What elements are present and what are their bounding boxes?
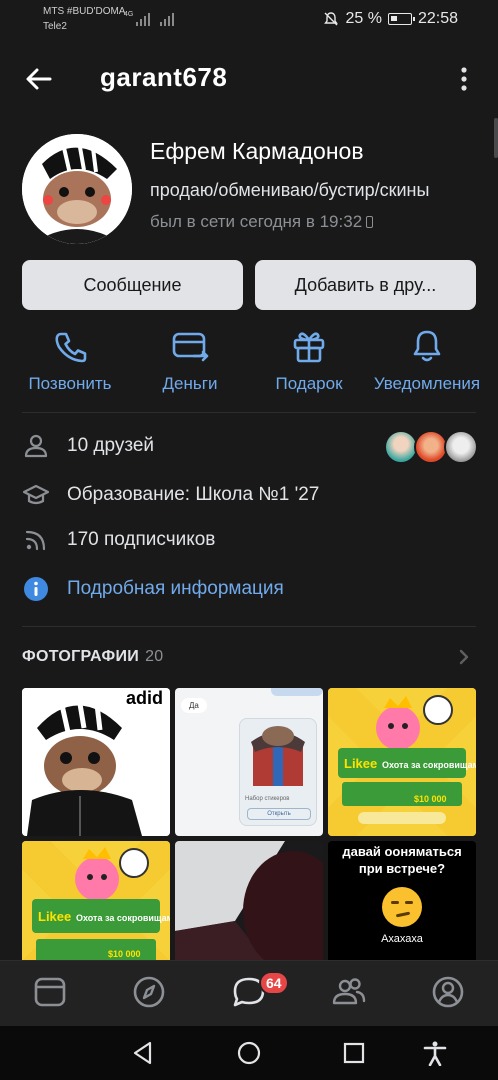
photos-title: ФОТОГРАФИИ	[22, 648, 140, 665]
profile-icon[interactable]	[430, 974, 466, 1010]
details-row[interactable]: Подробная информация	[22, 575, 284, 603]
action-call-label: Позвонить	[28, 374, 112, 393]
gift-icon	[293, 332, 325, 363]
chevron-right-icon[interactable]	[456, 648, 472, 666]
followers-count: 170 подписчиков	[67, 529, 216, 550]
education-row: Образование: Школа №1 '27	[22, 481, 319, 509]
photo-3-prize: $10 000	[414, 794, 447, 804]
nav-back-icon[interactable]	[130, 1040, 156, 1066]
nav-home-icon[interactable]	[236, 1040, 262, 1066]
photo-2-text: Да	[181, 698, 207, 713]
top-bar: garant678	[0, 54, 498, 104]
details-link[interactable]: Подробная информация	[67, 578, 284, 600]
money-icon	[172, 332, 209, 362]
photo-6-text-2: при встрече?	[358, 861, 446, 876]
person-icon	[24, 434, 48, 458]
friend-avatar	[414, 430, 448, 464]
photo-thumbnail[interactable]: adid	[22, 688, 170, 836]
photos-count: 20	[145, 648, 164, 665]
add-friend-button[interactable]: Добавить в дру...	[255, 260, 476, 310]
action-notifications[interactable]: Уведомления	[367, 328, 487, 394]
photo-2-caption: Набор стикеров	[245, 796, 290, 802]
page-title: garant678	[100, 62, 228, 92]
messages-badge: 64	[259, 971, 289, 995]
mute-icon	[324, 12, 339, 26]
action-money[interactable]: Деньги	[130, 328, 250, 394]
last-seen: был в сети сегодня в 19:32	[150, 212, 374, 232]
nav-recents-icon[interactable]	[341, 1040, 367, 1066]
photo-6-text-1: давай ооняматься	[342, 844, 462, 859]
feed-icon[interactable]	[32, 974, 68, 1010]
friend-avatar	[384, 430, 418, 464]
friends-avatars[interactable]	[384, 430, 478, 464]
info-icon	[24, 577, 48, 601]
photos-header[interactable]: ФОТОГРАФИИ 20	[22, 648, 163, 666]
followers-row[interactable]: 170 подписчиков	[22, 526, 215, 554]
more-options-icon[interactable]	[454, 64, 474, 94]
network-type: 4G	[124, 11, 134, 18]
action-notifications-label: Уведомления	[373, 374, 481, 393]
photo-3-logo: Likee	[344, 756, 377, 771]
action-gift[interactable]: Подарок	[249, 328, 369, 394]
discover-icon[interactable]	[131, 974, 167, 1010]
photo-thumbnail[interactable]: Да Набор стикеров Открыть	[175, 688, 323, 836]
photo-1-brand: adid	[126, 688, 163, 708]
photo-4-title: Охота за сокровищами	[76, 913, 170, 923]
avatar[interactable]	[22, 134, 132, 244]
smirk-emoji-icon	[382, 887, 422, 927]
bell-icon	[413, 330, 441, 362]
photo-thumbnail[interactable]: Likee Охота за сокровищами $10 000	[328, 688, 476, 836]
clock: 22:58	[417, 10, 458, 27]
profile-status: продаю/обмениваю/бустир/скины	[150, 180, 480, 201]
phone-icon	[55, 332, 87, 363]
rss-icon	[25, 530, 46, 551]
signal-icon-1	[136, 12, 152, 26]
friends-icon[interactable]	[331, 974, 367, 1010]
photo-2-button: Открыть	[247, 808, 311, 820]
back-arrow-icon[interactable]	[22, 62, 56, 96]
accessibility-icon[interactable]	[422, 1040, 448, 1066]
mobile-icon	[366, 216, 374, 228]
profile-name: Ефрем Кармадонов	[150, 138, 364, 164]
education-text: Образование: Школа №1 '27	[67, 484, 320, 505]
photo-4-logo: Likee	[38, 909, 71, 924]
last-seen-text: был в сети сегодня в 19:32	[150, 212, 363, 231]
action-money-label: Деньги	[162, 374, 218, 393]
photo-4-prize: $10 000	[108, 949, 141, 959]
graduation-cap-icon	[22, 484, 50, 505]
divider	[22, 412, 476, 413]
friend-avatar	[444, 430, 478, 464]
status-bar: MTS #BUD'DOMA Tele2 4G 25 % 22:58	[0, 0, 498, 38]
action-gift-label: Подарок	[275, 374, 343, 393]
friends-row[interactable]: 10 друзей	[22, 432, 154, 460]
photo-3-title: Охота за сокровищами	[382, 760, 476, 770]
carrier-name-2: Tele2	[43, 21, 67, 32]
battery-percent: 25 %	[345, 10, 382, 27]
scrollbar[interactable]	[494, 118, 498, 158]
signal-icon-2	[160, 12, 176, 26]
action-call[interactable]: Позвонить	[10, 328, 130, 394]
carrier-name-1: MTS #BUD'DOMA	[43, 6, 126, 17]
photo-6-text-3: Ахахаха	[381, 933, 423, 945]
friends-count: 10 друзей	[67, 435, 155, 456]
battery-icon	[387, 13, 415, 25]
message-button[interactable]: Сообщение	[22, 260, 243, 310]
divider	[22, 626, 476, 627]
